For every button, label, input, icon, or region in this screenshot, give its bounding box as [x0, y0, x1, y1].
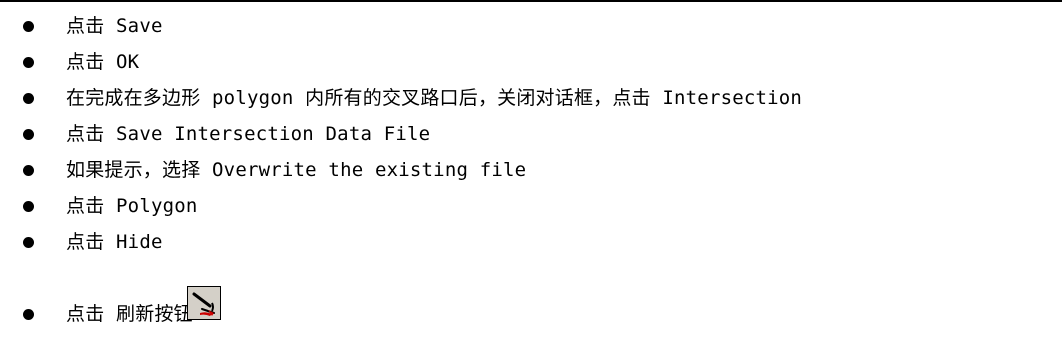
step-text: 点击 刷新按钮: [66, 303, 193, 325]
step-item: 点击 OK: [0, 50, 1062, 86]
step-item: 点击 Save Intersection Data File: [0, 122, 1062, 158]
step-item: 点击 Save: [0, 14, 1062, 50]
step-text: 如果提示，选择 Overwrite the existing file: [66, 159, 527, 181]
step-text: 点击 Save Intersection Data File: [66, 123, 431, 145]
refresh-glyph: [188, 287, 220, 319]
step-item: 点击 Hide: [0, 230, 1062, 266]
bullet-icon: [23, 93, 34, 104]
bullet-icon: [23, 309, 34, 320]
step-item: 如果提示，选择 Overwrite the existing file: [0, 158, 1062, 194]
step-text: 在完成在多边形 polygon 内所有的交叉路口后，关闭对话框，点击 Inter…: [66, 87, 803, 109]
bullet-icon: [23, 21, 34, 32]
step-text: 点击 OK: [66, 51, 140, 73]
step-text: 点击 Polygon: [66, 195, 198, 217]
step-item: 在完成在多边形 polygon 内所有的交叉路口后，关闭对话框，点击 Inter…: [0, 86, 1062, 122]
bullet-icon: [23, 237, 34, 248]
bullet-icon: [23, 165, 34, 176]
top-rule: [0, 0, 1062, 2]
bullet-icon: [23, 129, 34, 140]
refresh-button-icon: [187, 286, 221, 320]
step-item: 点击 刷新按钮: [0, 280, 1062, 330]
bullet-icon: [23, 201, 34, 212]
bullet-icon: [23, 57, 34, 68]
step-text: 点击 Save: [66, 15, 163, 37]
step-item: 点击 Polygon: [0, 194, 1062, 230]
step-text: 点击 Hide: [66, 231, 163, 253]
